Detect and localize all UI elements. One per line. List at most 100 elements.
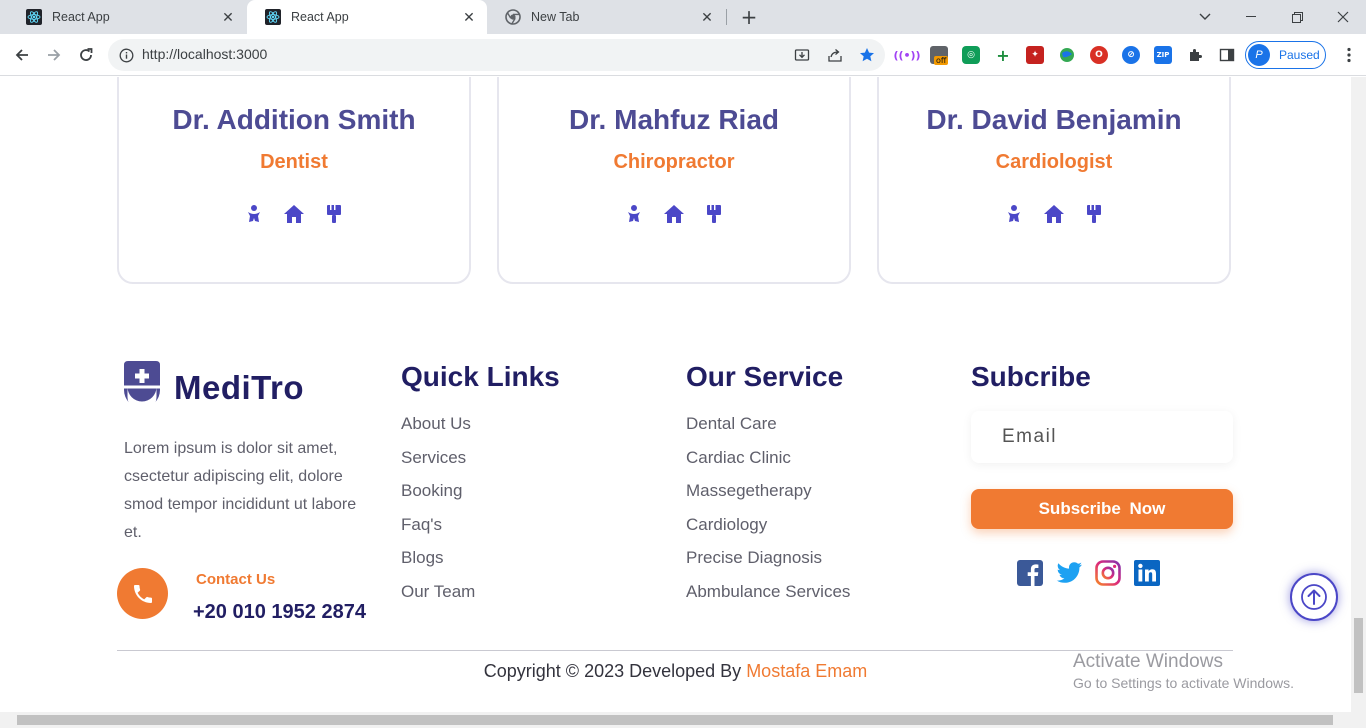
- email-field[interactable]: [971, 411, 1233, 463]
- close-tab-icon[interactable]: ✕: [461, 9, 477, 25]
- zip-extension-icon[interactable]: ZIP: [1154, 46, 1172, 64]
- instagram-icon[interactable]: [1095, 560, 1121, 586]
- linkedin-icon[interactable]: [1134, 560, 1160, 586]
- chrome-favicon-icon: [505, 9, 521, 25]
- browser-tab-2[interactable]: React App ✕: [247, 0, 487, 34]
- quick-links-list: About Us Services Booking Faq's Blogs Ou…: [401, 413, 475, 615]
- quick-link-services[interactable]: Services: [401, 447, 475, 481]
- add-green-extension-icon[interactable]: +: [994, 46, 1012, 65]
- twitter-icon[interactable]: [1056, 560, 1082, 586]
- quick-link-our-team[interactable]: Our Team: [401, 581, 475, 615]
- globe-extension-icon[interactable]: [1058, 46, 1076, 64]
- back-arrow-icon[interactable]: [9, 42, 35, 68]
- copyright-prefix: Copyright © 2023 Developed By: [483, 661, 747, 681]
- footer-about-text: Lorem ipsum is dolor sit amet, csectetur…: [124, 440, 357, 541]
- quick-link-blogs[interactable]: Blogs: [401, 547, 475, 581]
- home-icon[interactable]: [1042, 202, 1066, 226]
- facebook-icon[interactable]: [1017, 560, 1043, 586]
- subscribe-button[interactable]: Subscribe Now: [971, 489, 1233, 529]
- doctor-name: Dr. Addition Smith: [172, 104, 416, 135]
- horizontal-scrollbar[interactable]: [0, 712, 1366, 728]
- forward-arrow-icon[interactable]: [41, 42, 67, 68]
- close-window-icon[interactable]: [1320, 0, 1366, 34]
- site-info-icon[interactable]: [117, 46, 135, 64]
- author-link[interactable]: Mostafa Emam: [746, 661, 867, 681]
- red-tool-extension-icon[interactable]: ✦: [1026, 46, 1044, 64]
- social-links: [1017, 560, 1160, 586]
- broadcast-extension-icon[interactable]: ((•)): [893, 46, 920, 64]
- service-link-ambulance-services[interactable]: Abmbulance Services: [686, 581, 850, 615]
- browser-toolbar: http://localhost:3000 ((•)) off ◎ + ✦ O …: [0, 34, 1366, 76]
- watermark-line-1: Activate Windows: [1073, 651, 1223, 672]
- tab-title: React App: [291, 10, 349, 24]
- color-picker-extension-icon[interactable]: ⊘: [1122, 46, 1140, 64]
- url-text: http://localhost:3000: [142, 46, 268, 62]
- baby-icon[interactable]: [242, 202, 266, 226]
- horizontal-scrollbar-thumb[interactable]: [17, 715, 1333, 725]
- brush-icon[interactable]: [322, 202, 346, 226]
- browser-menu-kebab-icon[interactable]: [1336, 42, 1362, 68]
- side-panel-icon[interactable]: [1218, 46, 1236, 64]
- doctor-icon-row: [879, 202, 1229, 226]
- services-title: Our Service: [686, 361, 844, 392]
- bookmark-star-icon[interactable]: [858, 46, 876, 64]
- tab-title: New Tab: [531, 10, 580, 24]
- service-link-cardiology[interactable]: Cardiology: [686, 514, 850, 548]
- share-icon[interactable]: [826, 46, 844, 64]
- baby-icon[interactable]: [1002, 202, 1026, 226]
- home-icon[interactable]: [662, 202, 686, 226]
- quick-link-faqs[interactable]: Faq's: [401, 514, 475, 548]
- vertical-scrollbar-thumb[interactable]: [1354, 618, 1363, 693]
- extension-off-badge: off: [934, 56, 949, 65]
- reload-icon[interactable]: [73, 42, 99, 68]
- home-icon[interactable]: [282, 202, 306, 226]
- scroll-to-top-button[interactable]: [1290, 573, 1338, 621]
- doctor-card: Dr. Mahfuz Riad Chiropractor: [497, 77, 851, 284]
- services-list: Dental Care Cardiac Clinic Massegetherap…: [686, 413, 850, 615]
- doctor-specialty: Chiropractor: [613, 151, 735, 173]
- extensions-puzzle-icon[interactable]: [1186, 46, 1204, 64]
- doctor-card: Dr. Addition Smith Dentist: [117, 77, 471, 284]
- restore-icon[interactable]: [1274, 0, 1320, 34]
- address-bar[interactable]: http://localhost:3000: [108, 39, 885, 71]
- contact-phone-number[interactable]: +20 010 1952 2874: [193, 601, 366, 624]
- footer-divider: [117, 650, 1233, 651]
- doctor-name: Dr. Mahfuz Riad: [568, 104, 779, 135]
- browser-tab-strip: React App ✕ React App ✕ New Tab ✕ +: [0, 0, 1366, 34]
- react-favicon-icon: [265, 9, 281, 25]
- extension-off-icon[interactable]: off: [930, 46, 949, 65]
- phone-icon[interactable]: [117, 568, 168, 619]
- minimize-icon[interactable]: [1228, 0, 1274, 34]
- vertical-scrollbar[interactable]: [1351, 77, 1366, 712]
- new-tab-plus-icon[interactable]: +: [738, 6, 760, 28]
- watermark-line-2: Go to Settings to activate Windows.: [1073, 675, 1294, 691]
- service-link-precise-diagnosis[interactable]: Precise Diagnosis: [686, 547, 850, 581]
- browser-tab-1[interactable]: React App ✕: [8, 0, 246, 34]
- react-favicon-icon: [26, 9, 42, 25]
- windows-activation-watermark: Activate Windows Go to Settings to activ…: [1073, 651, 1294, 691]
- arrow-up-icon: [1301, 584, 1327, 610]
- doctor-name: Dr. David Benjamin: [926, 104, 1182, 135]
- close-tab-icon[interactable]: ✕: [220, 9, 236, 25]
- meditro-logo-icon: [122, 361, 162, 415]
- close-tab-icon[interactable]: ✕: [699, 9, 715, 25]
- profile-avatar: P: [1248, 44, 1270, 66]
- brush-icon[interactable]: [1082, 202, 1106, 226]
- tab-title: React App: [52, 10, 110, 24]
- grammar-extension-icon[interactable]: ◎: [962, 46, 980, 64]
- baby-icon[interactable]: [622, 202, 646, 226]
- browser-tab-3[interactable]: New Tab ✕: [487, 0, 725, 34]
- doctor-specialty: Cardiologist: [995, 151, 1113, 173]
- profile-button[interactable]: P Paused: [1245, 41, 1326, 69]
- install-app-icon[interactable]: [793, 46, 811, 64]
- service-link-cardiac-clinic[interactable]: Cardiac Clinic: [686, 447, 850, 481]
- quick-link-about-us[interactable]: About Us: [401, 413, 475, 447]
- doctor-icon-row: [499, 202, 849, 226]
- quick-link-booking[interactable]: Booking: [401, 480, 475, 514]
- adblock-extension-icon[interactable]: O: [1090, 46, 1108, 64]
- service-link-massage-therapy[interactable]: Massegetherapy: [686, 480, 850, 514]
- footer-brand[interactable]: MediTro: [122, 361, 304, 415]
- tab-search-chevron-icon[interactable]: [1182, 0, 1228, 34]
- brush-icon[interactable]: [702, 202, 726, 226]
- service-link-dental-care[interactable]: Dental Care: [686, 413, 850, 447]
